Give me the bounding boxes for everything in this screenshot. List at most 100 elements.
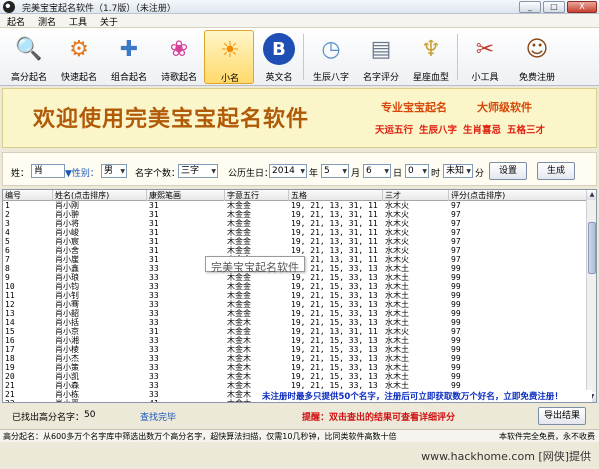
scroll-up-icon[interactable]: ▲ (587, 190, 596, 200)
table-row[interactable]: 20 肖小凯 33 木金木 19, 21, 15, 33, 13 水木土 99 (3, 372, 587, 381)
col-five-grids-cell: 19, 21, 15, 33, 13 (291, 273, 378, 282)
col-id-cell: 3 (5, 219, 10, 228)
tool-english-name[interactable]: B 英文名 (254, 30, 304, 84)
col-id-cell: 22 (3, 399, 53, 402)
col-five-grids-cell: 19, 21, 13, 31, 11 (291, 237, 378, 246)
angel-icon: ♆ (421, 36, 441, 62)
table-row[interactable]: 14 肖小括 33 木金木 19, 21, 15, 33, 13 水木土 99 (3, 318, 587, 327)
hour-select[interactable]: 0 (405, 164, 429, 178)
table-row[interactable]: 13 肖小韶 33 木金金 19, 21, 15, 33, 13 水木土 99 (3, 309, 587, 318)
surname-input[interactable]: 肖 (31, 164, 65, 178)
table-row[interactable]: 11 肖小钊 33 木金金 19, 21, 15, 33, 13 水木土 99 (3, 291, 587, 300)
tool-quick-naming[interactable]: ⚙ 快速起名 (54, 30, 104, 84)
col-five-elements-cell: 木金金 (227, 300, 251, 309)
col-score-cell: 99 (451, 354, 461, 363)
col-five-elements-cell: 木金木 (227, 372, 251, 381)
gender-select[interactable]: 男 (101, 164, 127, 178)
surname-label: 姓： (11, 169, 30, 179)
col-five-grids-cell: 19, 21, 13, 31, 11 (291, 246, 378, 255)
col-strokes-cell: 31 (149, 219, 159, 228)
table-body: 1 肖小刚 31 木金金 19, 21, 13, 31, 11 水木火 97 2 肖小翀 31 木金… (3, 201, 587, 402)
table-row[interactable]: 2 肖小翀 31 木金金 19, 21, 13, 31, 11 水木火 97 (3, 210, 587, 219)
welcome-banner: 欢迎使用完美宝宝起名软件 专业宝宝起名 大师级软件 天运五行 生辰八字 生肖喜忌… (2, 88, 597, 148)
col-strokes-cell: 33 (149, 336, 159, 345)
name-count-label: 名字个数： (135, 169, 181, 179)
col-three-talents-cell: 水木火 (385, 201, 409, 210)
double-click-hint: 提醒：双击查出的结果可查看详细评分 (302, 413, 456, 423)
col-five-grids-cell: 19, 21, 15, 33, 13 (291, 300, 378, 309)
col-five-elements-cell: 木金木 (227, 354, 251, 363)
col-five-grids-cell: 19, 21, 15, 33, 13 (291, 363, 378, 372)
tool-high-score-naming[interactable]: 🔍 高分起名 (4, 30, 54, 84)
col-five-elements-cell: 木金木 (227, 381, 251, 390)
close-button[interactable]: X (567, 1, 597, 13)
col-name-cell: 肖小舍 (55, 246, 79, 255)
tool-poetry-naming[interactable]: ❀ 诗歌起名 (154, 30, 204, 84)
year-select[interactable]: 2014 (269, 164, 307, 178)
generate-button[interactable]: 生成 (537, 162, 575, 180)
col-five-elements-cell: 木金金 (227, 219, 251, 228)
tool-name-score[interactable]: ▤ 名字评分 (356, 30, 406, 84)
window-title: 完美宝宝起名软件（1.7版）（未注册） (22, 4, 176, 14)
gender-label: ▼性别： (65, 169, 99, 179)
maximize-button[interactable]: □ (543, 1, 565, 13)
col-five-grids-cell: 19, 21, 13, 31, 11 (291, 228, 378, 237)
menu-tools[interactable]: 工具 (62, 14, 93, 28)
col-five-elements-cell: 木金木 (227, 318, 251, 327)
table-row[interactable]: 21 肖小森 33 木金木 19, 21, 15, 33, 13 水木土 99 (3, 381, 587, 390)
col-three-talents-cell: 水木土 (385, 264, 409, 273)
app-logo-icon (3, 1, 15, 13)
export-button[interactable]: 导出结果 (538, 407, 586, 425)
col-three-talents-cell: 水木火 (385, 255, 409, 264)
col-name-cell: 肖小京 (55, 327, 79, 336)
tool-free-register[interactable]: ☺ 免费注册 (512, 30, 562, 84)
table-row[interactable]: 10 肖小钧 33 木金金 19, 21, 15, 33, 13 水木土 99 (3, 282, 587, 291)
settings-button[interactable]: 设置 (489, 162, 527, 180)
table-row[interactable]: 6 肖小舍 31 木金金 19, 21, 13, 31, 11 水木火 97 (3, 246, 587, 255)
col-three-talents-cell: 水木土 (385, 291, 409, 300)
col-name-header[interactable]: 姓名(点击排序) (53, 190, 147, 201)
butterfly-icon: ❀ (169, 36, 189, 62)
menu-naming[interactable]: 起名 (0, 14, 31, 28)
month-select[interactable]: 5 (321, 164, 349, 178)
minute-select[interactable]: 未知 (443, 164, 473, 178)
col-three-talents-cell: 水木土 (385, 273, 409, 282)
tool-nickname[interactable]: ☀ 小名 (204, 30, 254, 84)
minimize-button[interactable]: _ (519, 1, 541, 13)
col-name-cell: 肖小崖 (55, 255, 79, 264)
col-five-grids-cell: 19, 21, 13, 31, 11 (291, 210, 378, 219)
col-name-cell: 肖小严 (53, 399, 147, 402)
table-row[interactable]: 1 肖小刚 31 木金金 19, 21, 13, 31, 11 水木火 97 (3, 201, 587, 210)
col-id-cell: 19 (5, 363, 15, 372)
tool-birth-bazi[interactable]: ◷ 生辰八字 (306, 30, 356, 84)
menu-test-name[interactable]: 测名 (31, 14, 62, 28)
minute-unit: 分 (475, 169, 485, 179)
table-row[interactable]: 15 肖小京 31 木金金 19, 21, 13, 31, 11 水木火 97 (3, 327, 587, 336)
col-id-cell: 15 (5, 327, 15, 336)
table-row[interactable]: 3 肖小将 31 木金金 19, 21, 13, 31, 11 水木火 97 (3, 219, 587, 228)
col-id-cell: 21 (5, 381, 15, 390)
tool-combination-naming[interactable]: ✚ 组合起名 (104, 30, 154, 84)
col-five-elements-cell: 木金木 (227, 336, 251, 345)
search-status: 查找完毕 (140, 413, 177, 423)
tool-zodiac-blood[interactable]: ♆ 星座血型 (406, 30, 456, 84)
scroll-thumb[interactable] (588, 222, 596, 274)
col-id-cell: 5 (5, 237, 10, 246)
name-count-select[interactable]: 三字 (178, 164, 218, 178)
col-score-header[interactable]: 评分(点击排序) (449, 190, 587, 201)
table-row[interactable]: 18 肖小杰 33 木金木 19, 21, 15, 33, 13 水木土 99 (3, 354, 587, 363)
day-select[interactable]: 6 (363, 164, 391, 178)
table-row[interactable]: 16 肖小湘 33 木金木 19, 21, 15, 33, 13 水木土 99 (3, 336, 587, 345)
vertical-scrollbar[interactable]: ▲ ▼ (586, 190, 596, 402)
id-card-icon: ▤ (370, 36, 392, 62)
table-row[interactable]: 17 肖小棱 33 木金木 19, 21, 15, 33, 13 水木土 99 (3, 345, 587, 354)
table-row[interactable]: 12 肖小骞 33 木金金 19, 21, 15, 33, 13 水木土 99 (3, 300, 587, 309)
table-row[interactable]: 19 肖小策 33 木金木 19, 21, 15, 33, 13 水木土 99 (3, 363, 587, 372)
menu-about[interactable]: 关于 (93, 14, 124, 28)
table-row[interactable]: 5 肖小宸 31 木金金 19, 21, 13, 31, 11 水木火 97 (3, 237, 587, 246)
table-row[interactable]: 4 肖小峻 31 木金金 19, 21, 13, 31, 11 水木火 97 (3, 228, 587, 237)
register-notice[interactable]: 未注册时最多只提供50个名字，注册后可立即获取数万个好名，立即免费注册！ (262, 390, 592, 402)
toolbar: 🔍 高分起名 ⚙ 快速起名 ✚ 组合起名 ❀ 诗歌起名 ☀ 小名 B 英文名 ◷… (0, 28, 599, 86)
col-three-talents-header: 三才 (383, 190, 449, 201)
tool-small-tools[interactable]: ✂ 小工具 (460, 30, 510, 84)
